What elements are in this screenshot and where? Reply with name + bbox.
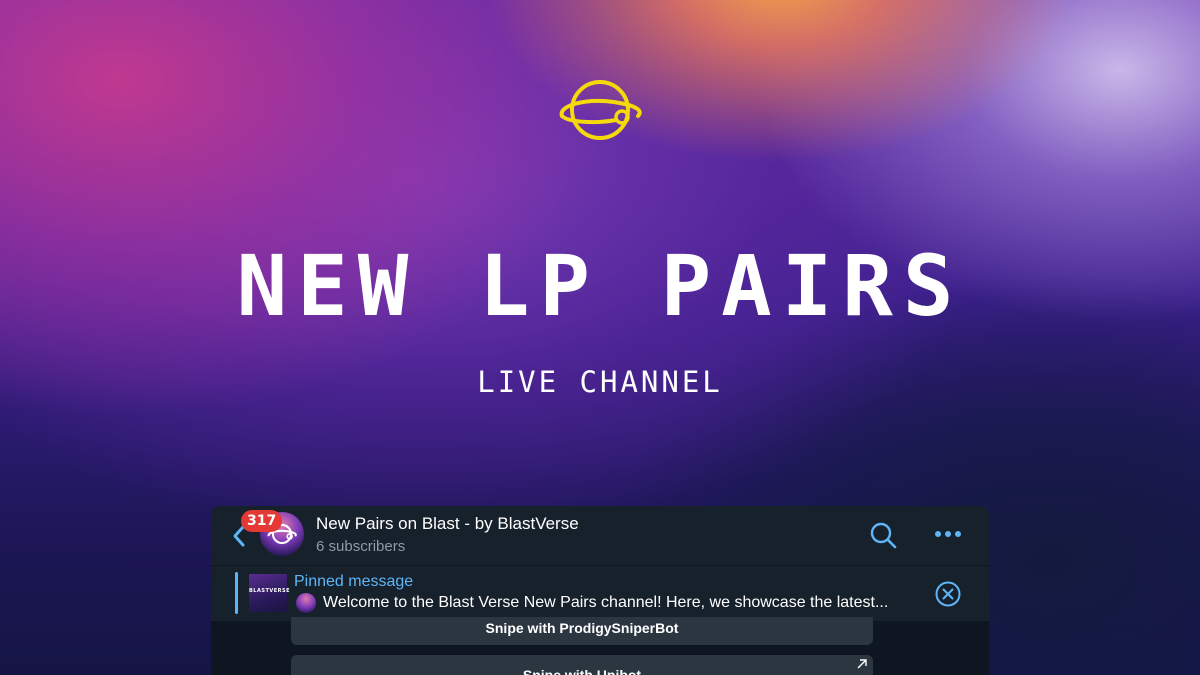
planet-ring-icon bbox=[559, 80, 642, 140]
pinned-text: Welcome to the Blast Verse New Pairs cha… bbox=[323, 594, 889, 611]
subheadline: LIVE CHANNEL bbox=[477, 365, 723, 399]
close-circle-icon[interactable] bbox=[935, 581, 961, 607]
more-dots-icon[interactable] bbox=[933, 526, 963, 542]
search-icon[interactable] bbox=[869, 521, 897, 549]
button-label: Snipe with Unibot bbox=[522, 667, 642, 675]
pinned-thumbnail: BLASTVERSE bbox=[249, 574, 291, 612]
pinned-message-bar[interactable]: BLASTVERSE Pinned message Welcome to the… bbox=[211, 565, 989, 622]
channel-title[interactable]: New Pairs on Blast - by BlastVerse bbox=[316, 513, 579, 535]
pinned-avatar bbox=[296, 593, 316, 613]
button-label: Snipe with ProdigySniperBot bbox=[485, 620, 679, 636]
channel-header: 317 New Pairs on Blast - by BlastVerse 6… bbox=[211, 506, 989, 565]
pinned-accent-bar bbox=[235, 572, 238, 614]
snipe-prodigy-button[interactable]: Snipe with ProdigySniperBot bbox=[291, 617, 873, 645]
unread-badge: 317 bbox=[241, 510, 283, 532]
snipe-unibot-button[interactable]: Snipe with Unibot bbox=[291, 655, 873, 675]
external-arrow-icon bbox=[857, 659, 867, 669]
telegram-channel-window: 317 New Pairs on Blast - by BlastVerse 6… bbox=[211, 506, 989, 675]
thumbnail-text: BLASTVERSE bbox=[249, 588, 291, 594]
pinned-label: Pinned message bbox=[294, 573, 414, 590]
subscriber-count: 6 subscribers bbox=[316, 538, 406, 555]
message-area: Snipe with ProdigySniperBot Snipe with U… bbox=[211, 617, 989, 675]
headline: NEW LP PAIRS bbox=[236, 237, 964, 335]
